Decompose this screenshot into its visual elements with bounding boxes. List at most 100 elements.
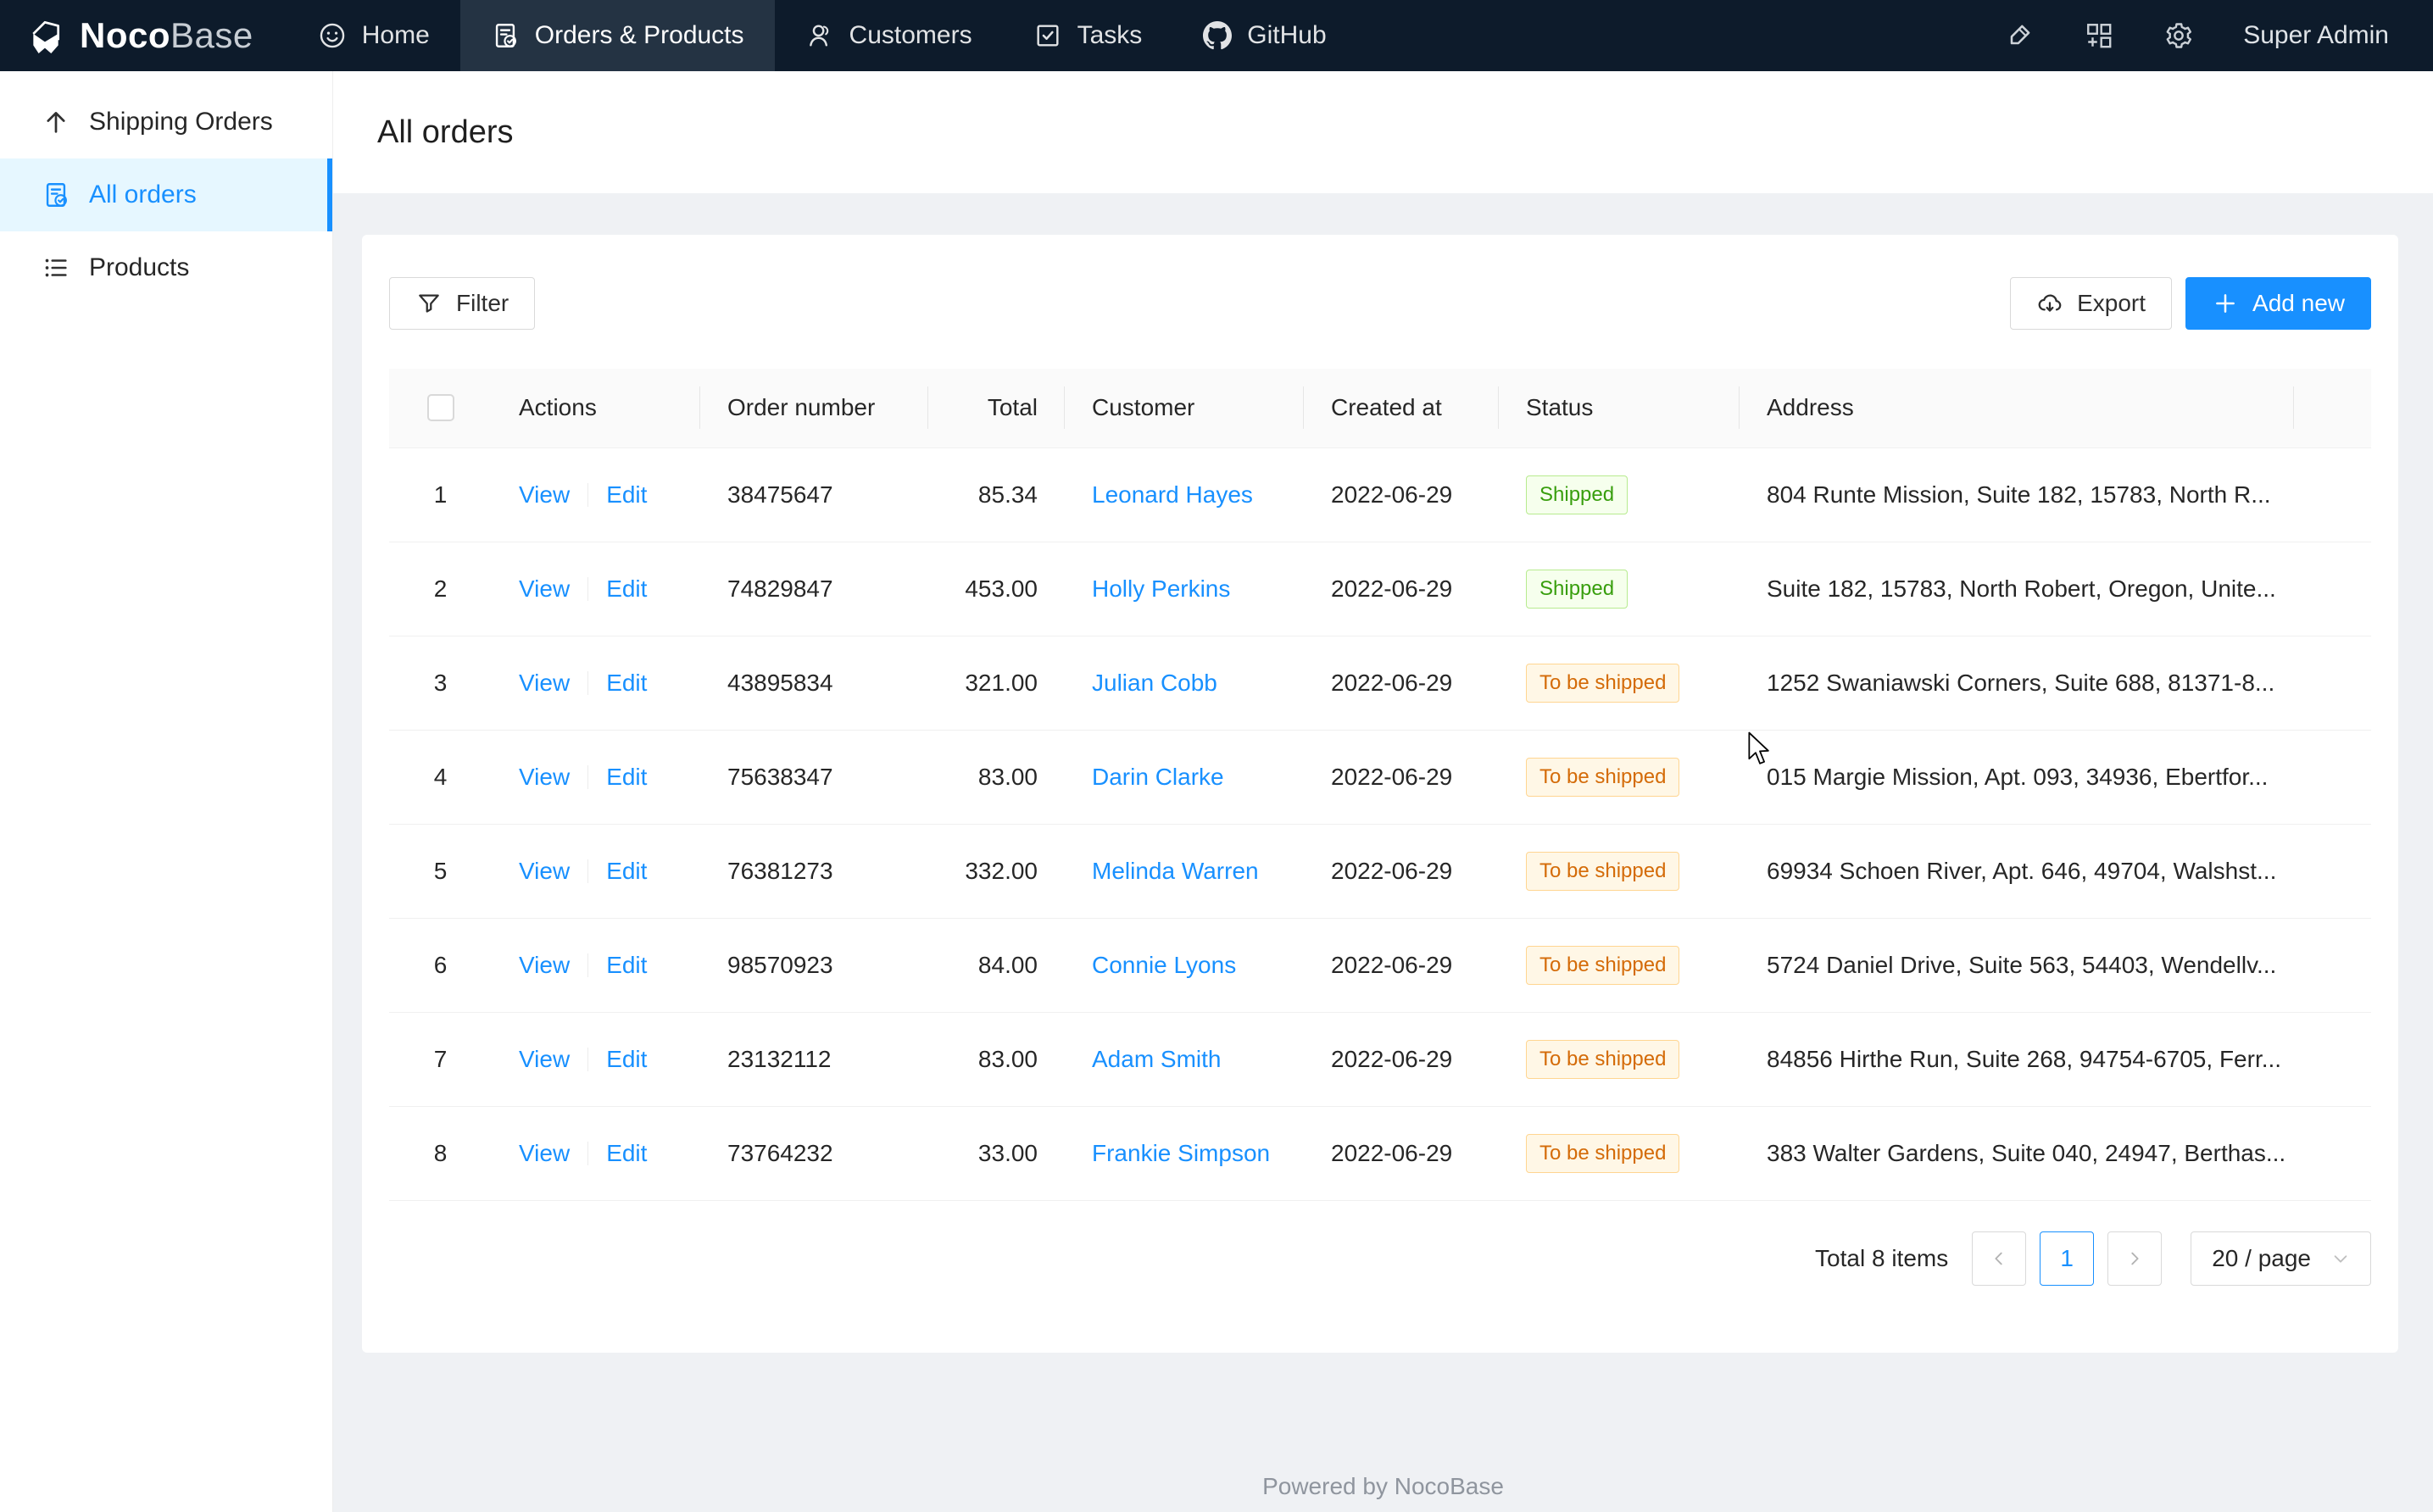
sidebar-item-shipping-orders[interactable]: Shipping Orders	[0, 86, 332, 158]
order-number-cell: 74829847	[700, 542, 928, 636]
view-link[interactable]: View	[519, 858, 570, 884]
tab-tasks[interactable]: Tasks	[1003, 0, 1173, 71]
total-cell: 321.00	[928, 636, 1065, 730]
row-index: 2	[389, 542, 492, 636]
view-link[interactable]: View	[519, 575, 570, 602]
tab-home[interactable]: Home	[287, 0, 460, 71]
customer-link[interactable]: Melinda Warren	[1092, 858, 1259, 884]
customer-link[interactable]: Holly Perkins	[1092, 575, 1230, 602]
status-tag: To be shipped	[1526, 946, 1679, 985]
highlighter-icon[interactable]	[2004, 20, 2035, 51]
sidebar-item-label: Shipping Orders	[89, 108, 273, 136]
edit-link[interactable]: Edit	[606, 670, 647, 696]
cloud-download-icon	[2036, 290, 2063, 317]
action-divider	[587, 483, 588, 507]
smiley-icon	[318, 21, 347, 50]
customer-cell: Connie Lyons	[1065, 918, 1304, 1012]
view-link[interactable]: View	[519, 670, 570, 696]
brand-text: NocoBase	[80, 15, 253, 56]
spacer-cell	[2294, 636, 2371, 730]
check-square-icon	[1033, 21, 1062, 50]
edit-link[interactable]: Edit	[606, 858, 647, 884]
view-link[interactable]: View	[519, 481, 570, 508]
pagination-page-1[interactable]: 1	[2040, 1231, 2094, 1286]
nocobase-logo[interactable]: NocoBase	[24, 15, 253, 56]
table-row: 1 ViewEdit 38475647 85.34 Leonard Hayes …	[389, 447, 2371, 542]
row-actions: View Edit	[492, 918, 700, 1012]
orders-card: Filter Export Add new	[362, 235, 2398, 1353]
customer-link[interactable]: Leonard Hayes	[1092, 481, 1253, 508]
pagination-prev-button[interactable]	[1972, 1231, 2026, 1286]
address-cell: 804 Runte Mission, Suite 182, 15783, Nor…	[1740, 447, 2294, 542]
tab-label: Home	[362, 21, 430, 50]
customer-link[interactable]: Connie Lyons	[1092, 952, 1236, 978]
address-cell: 84856 Hirthe Run, Suite 268, 94754-6705,…	[1740, 1012, 2294, 1106]
select-all-checkbox[interactable]	[427, 394, 454, 421]
export-button[interactable]: Export	[2010, 277, 2172, 330]
status-tag: To be shipped	[1526, 852, 1679, 891]
sidebar-item-all-orders[interactable]: All orders	[0, 158, 332, 231]
tab-orders-products[interactable]: Orders & Products	[460, 0, 775, 71]
created-at-cell: 2022-06-29	[1304, 542, 1499, 636]
total-cell: 83.00	[928, 730, 1065, 824]
row-index: 7	[389, 1012, 492, 1106]
view-link[interactable]: View	[519, 764, 570, 790]
main-content: All orders Filter Export Add new	[333, 71, 2433, 1512]
table-row: 7 ViewEdit 23132112 83.00 Adam Smith 202…	[389, 1012, 2371, 1106]
row-index: 5	[389, 824, 492, 918]
created-at-cell: 2022-06-29	[1304, 1106, 1499, 1200]
view-link[interactable]: View	[519, 1046, 570, 1072]
address-cell: 015 Margie Mission, Apt. 093, 34936, Ebe…	[1740, 730, 2294, 824]
total-cell: 453.00	[928, 542, 1065, 636]
edit-link[interactable]: Edit	[606, 952, 647, 978]
status-cell: To be shipped	[1499, 730, 1740, 824]
order-number-cell: 75638347	[700, 730, 928, 824]
col-order-number: Order number	[700, 369, 928, 447]
customer-link[interactable]: Julian Cobb	[1092, 670, 1217, 696]
gear-icon[interactable]	[2163, 20, 2194, 51]
created-at-cell: 2022-06-29	[1304, 636, 1499, 730]
edit-link[interactable]: Edit	[606, 1140, 647, 1166]
row-actions: View Edit	[492, 824, 700, 918]
order-number-cell: 23132112	[700, 1012, 928, 1106]
page-size-select[interactable]: 20 / page	[2191, 1231, 2371, 1286]
status-tag: To be shipped	[1526, 1134, 1679, 1173]
add-new-button[interactable]: Add new	[2185, 277, 2371, 330]
col-spacer	[2294, 369, 2371, 447]
user-menu[interactable]: Super Admin	[2243, 21, 2389, 50]
customer-cell: Frankie Simpson	[1065, 1106, 1304, 1200]
edit-link[interactable]: Edit	[606, 481, 647, 508]
edit-link[interactable]: Edit	[606, 764, 647, 790]
customer-link[interactable]: Adam Smith	[1092, 1046, 1222, 1072]
edit-link[interactable]: Edit	[606, 1046, 647, 1072]
nav-tabs: Home Orders & Products Customers Tasks G…	[287, 0, 1357, 71]
row-index: 6	[389, 918, 492, 1012]
order-number-cell: 76381273	[700, 824, 928, 918]
view-link[interactable]: View	[519, 1140, 570, 1166]
row-actions: View Edit	[492, 542, 700, 636]
table-row: 6 ViewEdit 98570923 84.00 Connie Lyons 2…	[389, 918, 2371, 1012]
customer-link[interactable]: Frankie Simpson	[1092, 1140, 1270, 1166]
pagination-next-button[interactable]	[2107, 1231, 2162, 1286]
export-button-label: Export	[2077, 290, 2146, 317]
sidebar-item-products[interactable]: Products	[0, 231, 332, 304]
tab-label: Orders & Products	[535, 21, 744, 50]
add-new-button-label: Add new	[2252, 290, 2345, 317]
view-link[interactable]: View	[519, 952, 570, 978]
blocks-add-icon[interactable]	[2084, 20, 2114, 51]
row-actions: View Edit	[492, 730, 700, 824]
status-cell: Shipped	[1499, 447, 1740, 542]
tab-github[interactable]: GitHub	[1172, 0, 1356, 71]
github-icon	[1203, 21, 1232, 50]
edit-link[interactable]: Edit	[606, 575, 647, 602]
customer-link[interactable]: Darin Clarke	[1092, 764, 1224, 790]
order-number-cell: 98570923	[700, 918, 928, 1012]
top-navbar: NocoBase Home Orders & Products Customer…	[0, 0, 2433, 71]
spacer-cell	[2294, 824, 2371, 918]
spacer-cell	[2294, 918, 2371, 1012]
status-cell: To be shipped	[1499, 1106, 1740, 1200]
action-divider	[587, 671, 588, 695]
navbar-right: Super Admin	[2004, 20, 2389, 51]
tab-customers[interactable]: Customers	[775, 0, 1003, 71]
filter-button[interactable]: Filter	[389, 277, 535, 330]
